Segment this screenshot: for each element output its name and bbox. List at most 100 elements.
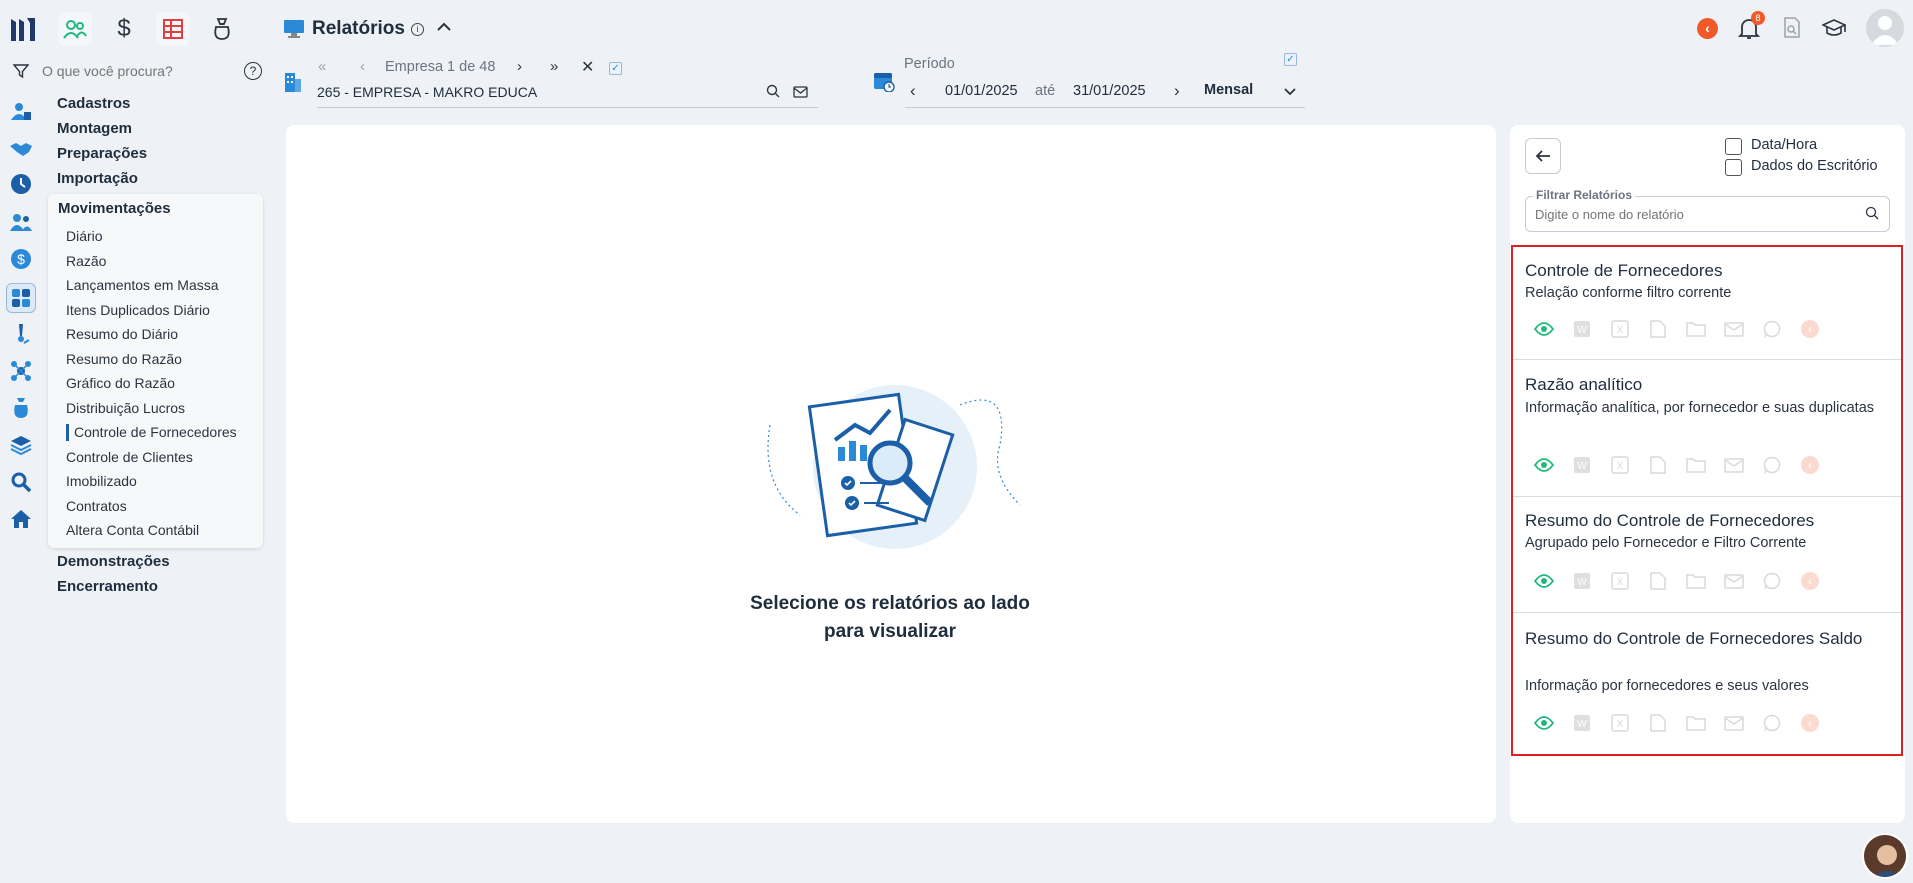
submenu-item-distribuicao-lucros[interactable]: Distribuição Lucros (66, 400, 185, 416)
period-frequency-select[interactable]: Mensal (1204, 82, 1253, 98)
pdf-export-icon[interactable] (1639, 454, 1677, 476)
folder-icon[interactable] (1677, 318, 1715, 340)
excel-export-icon[interactable]: X (1601, 454, 1639, 476)
back-orange-button[interactable]: ‹ (1697, 18, 1718, 39)
word-export-icon[interactable]: W (1563, 570, 1601, 592)
view-eye-icon[interactable] (1525, 712, 1563, 734)
company-value[interactable]: 265 - EMPRESA - MAKRO EDUCA (317, 84, 537, 100)
period-checkbox[interactable]: ✓ (1284, 53, 1297, 66)
company-checkbox[interactable]: ✓ (609, 62, 622, 75)
menu-cadastros[interactable]: Cadastros (57, 95, 130, 112)
whatsapp-icon[interactable] (1753, 712, 1791, 734)
excel-export-icon[interactable]: X (1601, 712, 1639, 734)
orange-share-icon[interactable]: ‹ (1791, 712, 1829, 734)
view-eye-icon[interactable] (1525, 318, 1563, 340)
menu-movimentacoes[interactable]: Movimentações (58, 200, 171, 217)
whatsapp-icon[interactable] (1753, 570, 1791, 592)
people-module-icon[interactable] (58, 12, 92, 46)
submenu-item-diario[interactable]: Diário (66, 228, 103, 244)
pdf-export-icon[interactable] (1639, 318, 1677, 340)
home-icon[interactable] (8, 506, 34, 532)
email-icon[interactable] (1715, 454, 1753, 476)
frequency-chevron-down-icon[interactable] (1283, 84, 1297, 102)
report-card[interactable]: Controle de Fornecedores Relação conform… (1513, 247, 1901, 360)
submenu-item-controle-fornecedores[interactable]: Controle de Fornecedores (74, 424, 237, 440)
money-bag-module-icon[interactable] (205, 12, 239, 46)
user-avatar[interactable] (1866, 9, 1904, 47)
report-card[interactable]: Resumo do Controle de Fornecedores Saldo… (1513, 613, 1901, 754)
datahora-checkbox[interactable] (1725, 138, 1742, 155)
word-export-icon[interactable]: W (1563, 712, 1601, 734)
excel-export-icon[interactable]: X (1601, 318, 1639, 340)
menu-montagem[interactable]: Montagem (57, 120, 132, 137)
submenu-item-razao[interactable]: Razão (66, 253, 106, 269)
orange-share-icon[interactable]: ‹ (1791, 454, 1829, 476)
pdf-export-icon[interactable] (1639, 712, 1677, 734)
company-search-icon[interactable] (766, 84, 781, 104)
graduation-cap-icon[interactable] (1821, 18, 1847, 43)
app-logo[interactable] (8, 14, 38, 44)
user-register-icon[interactable] (8, 98, 34, 124)
whatsapp-icon[interactable] (1753, 318, 1791, 340)
period-end[interactable]: 31/01/2025 (1073, 83, 1146, 99)
dollar-circle-icon[interactable]: $ (8, 246, 34, 272)
back-arrow-button[interactable] (1525, 138, 1561, 174)
word-export-icon[interactable]: W (1563, 454, 1601, 476)
menu-encerramento[interactable]: Encerramento (57, 578, 158, 595)
prev-company-button[interactable]: ‹ (360, 58, 365, 75)
folder-icon[interactable] (1677, 570, 1715, 592)
network-icon[interactable] (8, 358, 34, 384)
email-icon[interactable] (1715, 570, 1753, 592)
dollar-module-icon[interactable]: $ (107, 12, 141, 46)
orange-share-icon[interactable]: ‹ (1791, 318, 1829, 340)
excel-export-icon[interactable]: X (1601, 570, 1639, 592)
clear-company-button[interactable]: ✕ (581, 57, 594, 77)
view-eye-icon[interactable] (1525, 454, 1563, 476)
report-card[interactable]: Razão analítico Informação analítica, po… (1513, 360, 1901, 497)
menu-search-input[interactable] (42, 60, 232, 82)
submenu-item-controle-clientes[interactable]: Controle de Clientes (66, 449, 193, 465)
spreadsheet-module-icon[interactable] (156, 12, 190, 46)
help-icon[interactable]: ? (244, 62, 262, 80)
collapse-chevron-icon[interactable] (436, 20, 452, 38)
money-bag-icon[interactable] (8, 395, 34, 421)
email-icon[interactable] (1715, 318, 1753, 340)
period-start[interactable]: 01/01/2025 (945, 83, 1018, 99)
whatsapp-icon[interactable] (1753, 454, 1791, 476)
submenu-item-resumo-razao[interactable]: Resumo do Razão (66, 351, 182, 367)
folder-icon[interactable] (1677, 454, 1715, 476)
pen-sign-icon[interactable] (8, 321, 34, 347)
submenu-item-itens-duplicados[interactable]: Itens Duplicados Diário (66, 302, 210, 318)
search-magnifier-icon[interactable] (8, 469, 34, 495)
pdf-export-icon[interactable] (1639, 570, 1677, 592)
email-icon[interactable] (1715, 712, 1753, 734)
submenu-item-lancamentos-massa[interactable]: Lançamentos em Massa (66, 277, 219, 293)
view-eye-icon[interactable] (1525, 570, 1563, 592)
menu-importacao[interactable]: Importação (57, 170, 138, 187)
submenu-item-contratos[interactable]: Contratos (66, 498, 127, 514)
folder-icon[interactable] (1677, 712, 1715, 734)
report-filter-input[interactable] (1535, 204, 1855, 224)
submenu-item-resumo-diario[interactable]: Resumo do Diário (66, 326, 178, 342)
handshake-icon[interactable] (8, 136, 34, 162)
menu-demonstracoes[interactable]: Demonstrações (57, 553, 170, 570)
team-icon[interactable] (8, 209, 34, 235)
report-card[interactable]: Resumo do Controle de Fornecedores Agrup… (1513, 497, 1901, 613)
next-company-button[interactable]: › (517, 58, 522, 75)
dados-escritorio-checkbox[interactable] (1725, 159, 1742, 176)
info-icon[interactable]: i (411, 23, 424, 36)
filter-search-icon[interactable] (1865, 206, 1880, 226)
next-period-button[interactable]: › (1174, 81, 1180, 101)
first-company-button[interactable]: « (318, 58, 326, 75)
submenu-item-imobilizado[interactable]: Imobilizado (66, 473, 137, 489)
last-company-button[interactable]: » (550, 58, 558, 75)
accounting-calculator-icon[interactable] (6, 283, 36, 313)
submenu-item-grafico-razao[interactable]: Gráfico do Razão (66, 375, 175, 391)
submenu-item-altera-conta[interactable]: Altera Conta Contábil (66, 522, 199, 538)
company-mail-icon[interactable] (793, 85, 808, 103)
document-search-icon[interactable] (1782, 17, 1802, 44)
clock-icon[interactable] (8, 171, 34, 197)
orange-share-icon[interactable]: ‹ (1791, 570, 1829, 592)
layers-icon[interactable] (8, 432, 34, 458)
support-avatar[interactable] (1862, 833, 1908, 879)
